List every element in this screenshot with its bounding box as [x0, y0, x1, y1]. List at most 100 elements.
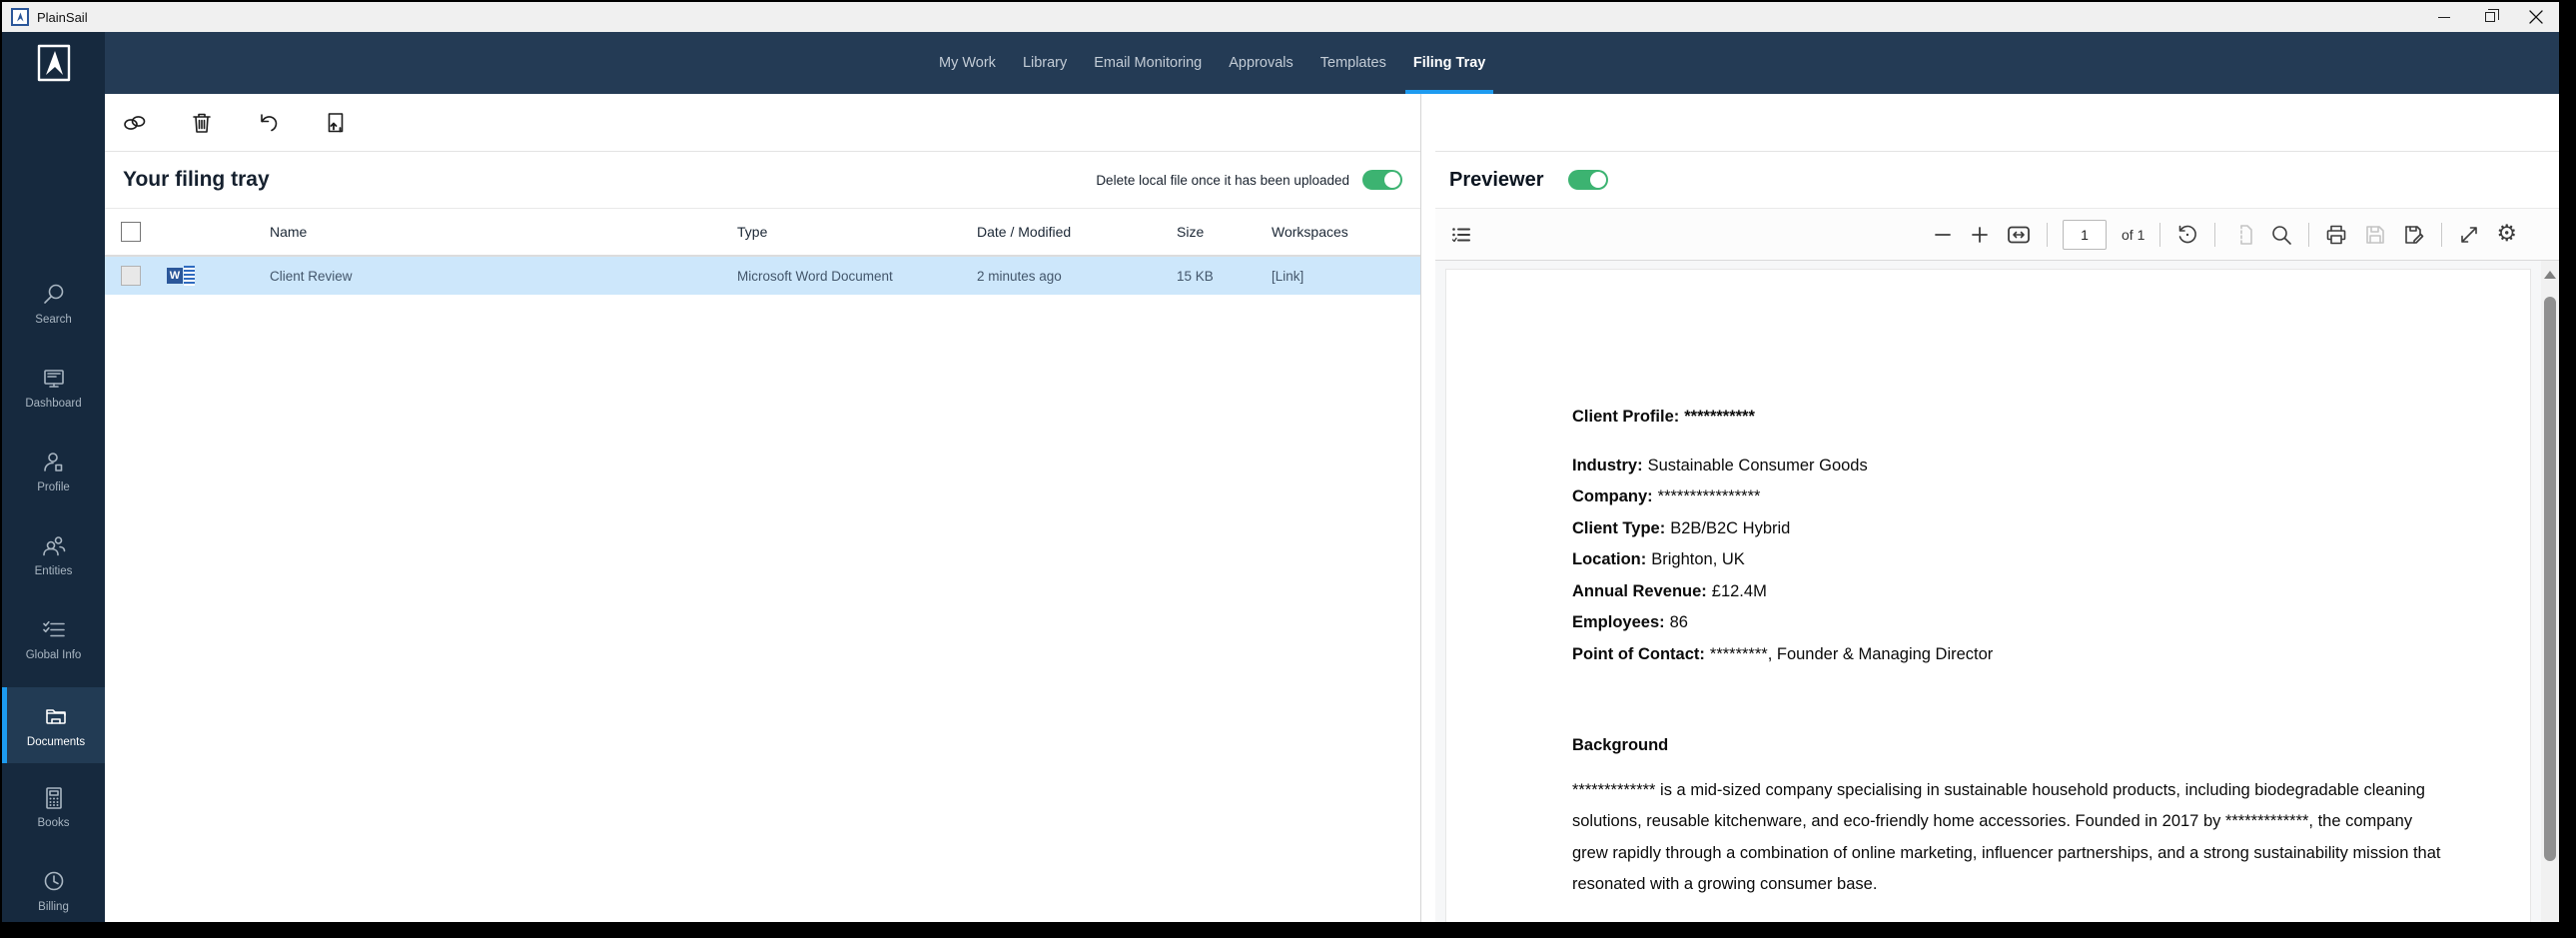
printer-icon — [2324, 223, 2348, 247]
tab-approvals[interactable]: Approvals — [1229, 32, 1292, 94]
document-scrollbar[interactable] — [2541, 261, 2559, 922]
doc-field-label: Client Type: — [1572, 519, 1665, 537]
fit-width-button[interactable] — [2006, 223, 2032, 247]
search-document-button[interactable] — [2269, 223, 2293, 247]
extract-pages-button[interactable] — [2230, 223, 2254, 247]
row-checkbox[interactable] — [121, 266, 141, 286]
expand-button[interactable] — [2457, 223, 2481, 247]
sidebar-item-books[interactable]: Books — [2, 771, 105, 841]
tab-email-monitoring[interactable]: Email Monitoring — [1094, 32, 1202, 94]
minimize-button[interactable] — [2421, 2, 2467, 32]
fit-width-icon — [2006, 223, 2032, 247]
zoom-in-button[interactable] — [1969, 224, 1991, 246]
link-button[interactable] — [122, 110, 148, 136]
column-header-modified[interactable]: Date / Modified — [977, 224, 1177, 240]
cell-name: Client Review — [270, 269, 737, 284]
save-button[interactable] — [2363, 223, 2387, 247]
filing-tray-empty-area — [105, 295, 1420, 922]
dashboard-icon — [40, 365, 68, 393]
sidebar-item-documents[interactable]: Documents — [2, 687, 105, 763]
column-header-workspaces[interactable]: Workspaces — [1272, 224, 1421, 240]
close-button[interactable] — [2513, 2, 2559, 32]
page-count-label: of 1 — [2122, 227, 2145, 243]
sidebar-item-label: Documents — [27, 736, 85, 748]
toolbar-separator — [2214, 223, 2215, 247]
select-all-checkbox[interactable] — [121, 222, 141, 242]
tab-filing-tray[interactable]: Filing Tray — [1413, 32, 1486, 94]
filing-tray-panel: Your filing tray Delete local file once … — [105, 94, 1421, 922]
doc-field-label: Point of Contact: — [1572, 645, 1705, 663]
word-document-icon: W — [167, 265, 197, 287]
sidebar-item-search[interactable]: Search — [2, 268, 105, 338]
settings-button[interactable]: ⚙ — [2496, 223, 2517, 246]
upload-document-button[interactable] — [323, 110, 349, 136]
filing-tray-toolbar — [105, 94, 1420, 152]
doc-field-label: Company: — [1572, 487, 1653, 505]
page-number-input[interactable]: 1 — [2063, 220, 2107, 250]
sidebar: Search Dashboard Profile Entities Global… — [2, 94, 105, 922]
entities-icon — [40, 532, 68, 560]
sidebar-item-global-info[interactable]: Global Info — [2, 603, 105, 673]
sail-logo-icon — [34, 43, 74, 83]
column-header-type[interactable]: Type — [737, 224, 977, 240]
toolbar-separator — [2441, 223, 2442, 247]
save-annotations-button[interactable] — [2402, 223, 2426, 247]
panel-gutter — [1421, 94, 1435, 922]
doc-field-value: Sustainable Consumer Goods — [1648, 457, 1868, 474]
zoom-out-button[interactable] — [1932, 224, 1954, 246]
doc-field: Annual Revenue:£12.4M — [1572, 576, 2455, 608]
toggle-thumbnails-button[interactable] — [1449, 223, 1473, 247]
word-letter: W — [167, 268, 183, 284]
delete-toggle-label: Delete local file once it has been uploa… — [1096, 173, 1349, 188]
checklist-icon — [40, 616, 68, 644]
scrollbar-thumb[interactable] — [2544, 297, 2556, 861]
calculator-icon — [40, 784, 68, 812]
delete-local-file-setting: Delete local file once it has been uploa… — [1096, 170, 1402, 190]
toggle-knob — [1384, 172, 1400, 188]
doc-field-label: Client Profile: — [1572, 408, 1679, 426]
cell-size: 15 KB — [1177, 269, 1272, 284]
document-page: Client Profile: *********** Industry:Sust… — [1445, 269, 2531, 922]
trash-icon — [189, 110, 215, 136]
table-row[interactable]: W Client Review Microsoft Word Document … — [105, 257, 1420, 295]
cell-workspaces-link[interactable]: [Link] — [1272, 269, 1421, 284]
restore-button[interactable] — [2467, 2, 2513, 32]
undo-button[interactable] — [256, 110, 282, 136]
clock-icon — [40, 868, 68, 896]
scroll-up-arrow-icon[interactable] — [2544, 271, 2556, 279]
sidebar-item-dashboard[interactable]: Dashboard — [2, 352, 105, 422]
print-button[interactable] — [2324, 223, 2348, 247]
sidebar-item-label: Global Info — [26, 649, 82, 661]
rotate-icon — [2175, 223, 2199, 247]
doc-field: Client Type:B2B/B2C Hybrid — [1572, 513, 2455, 545]
cell-modified: 2 minutes ago — [977, 269, 1177, 284]
nav-tabs: My Work Library Email Monitoring Approva… — [939, 32, 1485, 94]
column-header-name[interactable]: Name — [270, 224, 737, 240]
tab-my-work[interactable]: My Work — [939, 32, 996, 94]
save-edit-icon — [2402, 223, 2426, 247]
close-icon — [2529, 10, 2543, 24]
sidebar-item-billing[interactable]: Billing — [2, 855, 105, 922]
previewer-toggle[interactable] — [1568, 170, 1608, 190]
sidebar-item-entities[interactable]: Entities — [2, 519, 105, 589]
doc-field: Employees:86 — [1572, 607, 2455, 639]
tab-library[interactable]: Library — [1023, 32, 1067, 94]
column-header-size[interactable]: Size — [1177, 224, 1272, 240]
delete-button[interactable] — [189, 110, 215, 136]
doc-field-label: Employees: — [1572, 613, 1665, 631]
doc-field: Industry:Sustainable Consumer Goods — [1572, 451, 2455, 482]
tab-templates[interactable]: Templates — [1320, 32, 1386, 94]
toolbar-separator — [2047, 223, 2048, 247]
delete-local-file-toggle[interactable] — [1362, 170, 1402, 190]
app-logo-icon — [11, 8, 29, 26]
doc-field-value: *********** — [1684, 408, 1755, 426]
previewer-panel: Previewer 1 — [1435, 94, 2559, 922]
main-area: Search Dashboard Profile Entities Global… — [2, 94, 2559, 922]
previewer-header: Previewer — [1435, 152, 2559, 209]
sidebar-item-profile[interactable]: Profile — [2, 436, 105, 505]
sidebar-item-label: Profile — [37, 481, 70, 493]
file-type-icon-cell: W — [167, 265, 270, 287]
rotate-button[interactable] — [2175, 223, 2199, 247]
pdf-toolbar: 1 of 1 — [1435, 209, 2559, 261]
minus-icon — [1932, 224, 1954, 246]
